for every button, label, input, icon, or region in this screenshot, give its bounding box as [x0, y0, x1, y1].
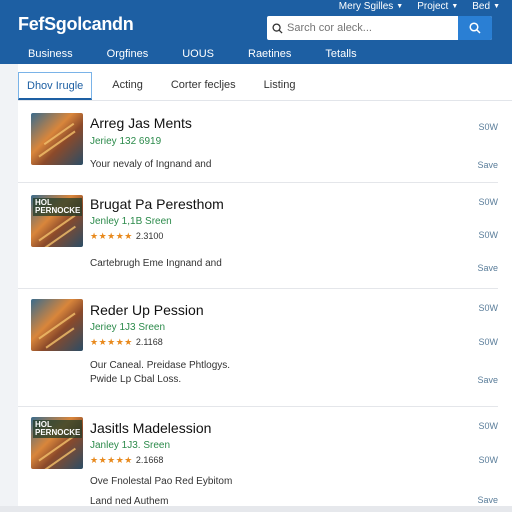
search-icon	[267, 22, 287, 34]
item-action-sow[interactable]: S0W	[478, 122, 498, 132]
nav-item-uous[interactable]: UOUS	[182, 44, 214, 64]
top-link-project-label: Project	[417, 1, 449, 12]
list-item[interactable]: HOL PERNOCKE Brugat Pa Peresthom Jenley …	[18, 183, 498, 289]
nav-item-raetines[interactable]: Raetines	[248, 44, 291, 64]
item-description: Your nevaly of Ingnand and	[90, 158, 211, 172]
item-subtitle: Jeriey 132 6919	[90, 136, 162, 147]
nav-item-tetalls[interactable]: Tetalls	[325, 44, 356, 64]
item-rating: ★★★★★ 2.1668	[90, 455, 163, 466]
item-action-sow[interactable]: S0W	[478, 421, 498, 431]
item-title[interactable]: Reder Up Pession	[90, 302, 204, 318]
chevron-down-icon: ▼	[396, 3, 404, 10]
item-action-sow[interactable]: S0W	[478, 337, 498, 347]
star-rating: ★★★★★	[90, 231, 133, 241]
item-title[interactable]: Brugat Pa Peresthom	[90, 196, 224, 212]
item-description-line: Ove Fnolestal Pao Red Eybitom	[90, 476, 233, 487]
content-panel: Dhov Irugle Acting Corter fecljes Listin…	[18, 64, 512, 512]
search-bar	[267, 16, 492, 40]
nav-item-business[interactable]: Business	[28, 44, 73, 64]
item-title[interactable]: Jasitls Madelession	[90, 420, 211, 436]
top-link-project[interactable]: Project ▼	[417, 1, 458, 12]
chevron-down-icon: ▼	[451, 3, 459, 10]
search-icon	[469, 22, 481, 34]
top-link-bed[interactable]: Bed ▼	[472, 1, 500, 12]
item-subtitle: Jenley 1,1B Sreen	[90, 216, 172, 227]
main-nav: Business Orgfines UOUS Raetines Tetalls	[0, 44, 512, 64]
item-rating: ★★★★★ 2.1168	[90, 337, 163, 348]
item-title[interactable]: Arreg Jas Ments	[90, 115, 192, 131]
item-rating-value: 2.1668	[135, 455, 164, 465]
chevron-down-icon: ▼	[493, 3, 500, 10]
item-description-line: Your nevaly of Ingnand and	[90, 159, 212, 170]
item-subtitle: Jeriey 1J3 Sreen	[90, 322, 166, 333]
item-thumbnail[interactable]	[31, 113, 83, 165]
item-rating-value: 2.3100	[135, 231, 164, 241]
item-description-line: Our Caneal. Preidase Phtlogys.	[90, 360, 231, 371]
top-link-user-label: Mery Sgilles	[338, 1, 394, 12]
item-action-save[interactable]: Save	[477, 375, 498, 385]
tab-corter-fecljes[interactable]: Corter fecljes	[163, 72, 244, 100]
search-button[interactable]	[458, 16, 492, 40]
item-description: Our Caneal. Preidase Phtlogys. Pwide Lp …	[90, 359, 230, 387]
item-thumbnail-text: HOL PERNOCKE	[33, 198, 83, 216]
item-description: Cartebrugh Eme Ingnand and	[90, 257, 222, 271]
tab-bar: Dhov Irugle Acting Corter fecljes Listin…	[18, 72, 315, 100]
item-thumbnail-text: HOL PERNOCKE	[33, 420, 83, 438]
item-thumbnail[interactable]: HOL PERNOCKE	[31, 417, 83, 469]
item-thumbnail[interactable]	[31, 299, 83, 351]
top-link-bed-label: Bed	[472, 1, 491, 12]
item-description-line: Pwide Lp Cbal Loss.	[90, 374, 182, 385]
item-action-save[interactable]: Save	[477, 495, 498, 505]
search-input[interactable]	[287, 16, 458, 40]
item-description-line: Cartebrugh Eme Ingnand and	[90, 258, 222, 269]
star-rating: ★★★★★	[90, 337, 133, 347]
tab-divider	[18, 100, 512, 101]
list-item[interactable]: Reder Up Pession Jeriey 1J3 Sreen ★★★★★ 2…	[18, 289, 498, 407]
site-logo[interactable]: FefSgolcandn	[18, 14, 134, 35]
item-action-sow[interactable]: S0W	[478, 197, 498, 207]
top-links: Mery Sgilles ▼ Project ▼ Bed ▼	[339, 1, 500, 12]
item-rating: ★★★★★ 2.3100	[90, 231, 163, 242]
star-rating: ★★★★★	[90, 455, 133, 465]
list-item[interactable]: Arreg Jas Ments Jeriey 132 6919 Your nev…	[18, 108, 498, 183]
top-link-user[interactable]: Mery Sgilles ▼	[339, 1, 403, 12]
list-item[interactable]: HOL PERNOCKE Jasitls Madelession Janley …	[18, 407, 498, 507]
tab-listing[interactable]: Listing	[256, 72, 304, 100]
item-thumbnail[interactable]: HOL PERNOCKE	[31, 195, 83, 247]
results-list: Arreg Jas Ments Jeriey 132 6919 Your nev…	[18, 108, 498, 507]
app-header: FefSgolcandn Mery Sgilles ▼ Project ▼ Bed ▼…	[0, 0, 512, 64]
item-action-save[interactable]: Save	[477, 263, 498, 273]
item-action-save[interactable]: Save	[477, 160, 498, 170]
nav-item-orgfines[interactable]: Orgfines	[107, 44, 149, 64]
footer-strip	[0, 506, 512, 512]
item-rating-value: 2.1168	[135, 337, 163, 347]
item-description: Ove Fnolestal Pao Red Eybitom Land ned A…	[90, 475, 232, 509]
item-action-sow[interactable]: S0W	[478, 303, 498, 313]
item-subtitle: Janley 1J3. Sreen	[90, 440, 171, 451]
tab-acting[interactable]: Acting	[104, 72, 151, 100]
item-action-sow[interactable]: S0W	[478, 455, 498, 465]
item-action-sow[interactable]: S0W	[478, 230, 498, 240]
tab-dhov-irugle[interactable]: Dhov Irugle	[18, 72, 93, 100]
